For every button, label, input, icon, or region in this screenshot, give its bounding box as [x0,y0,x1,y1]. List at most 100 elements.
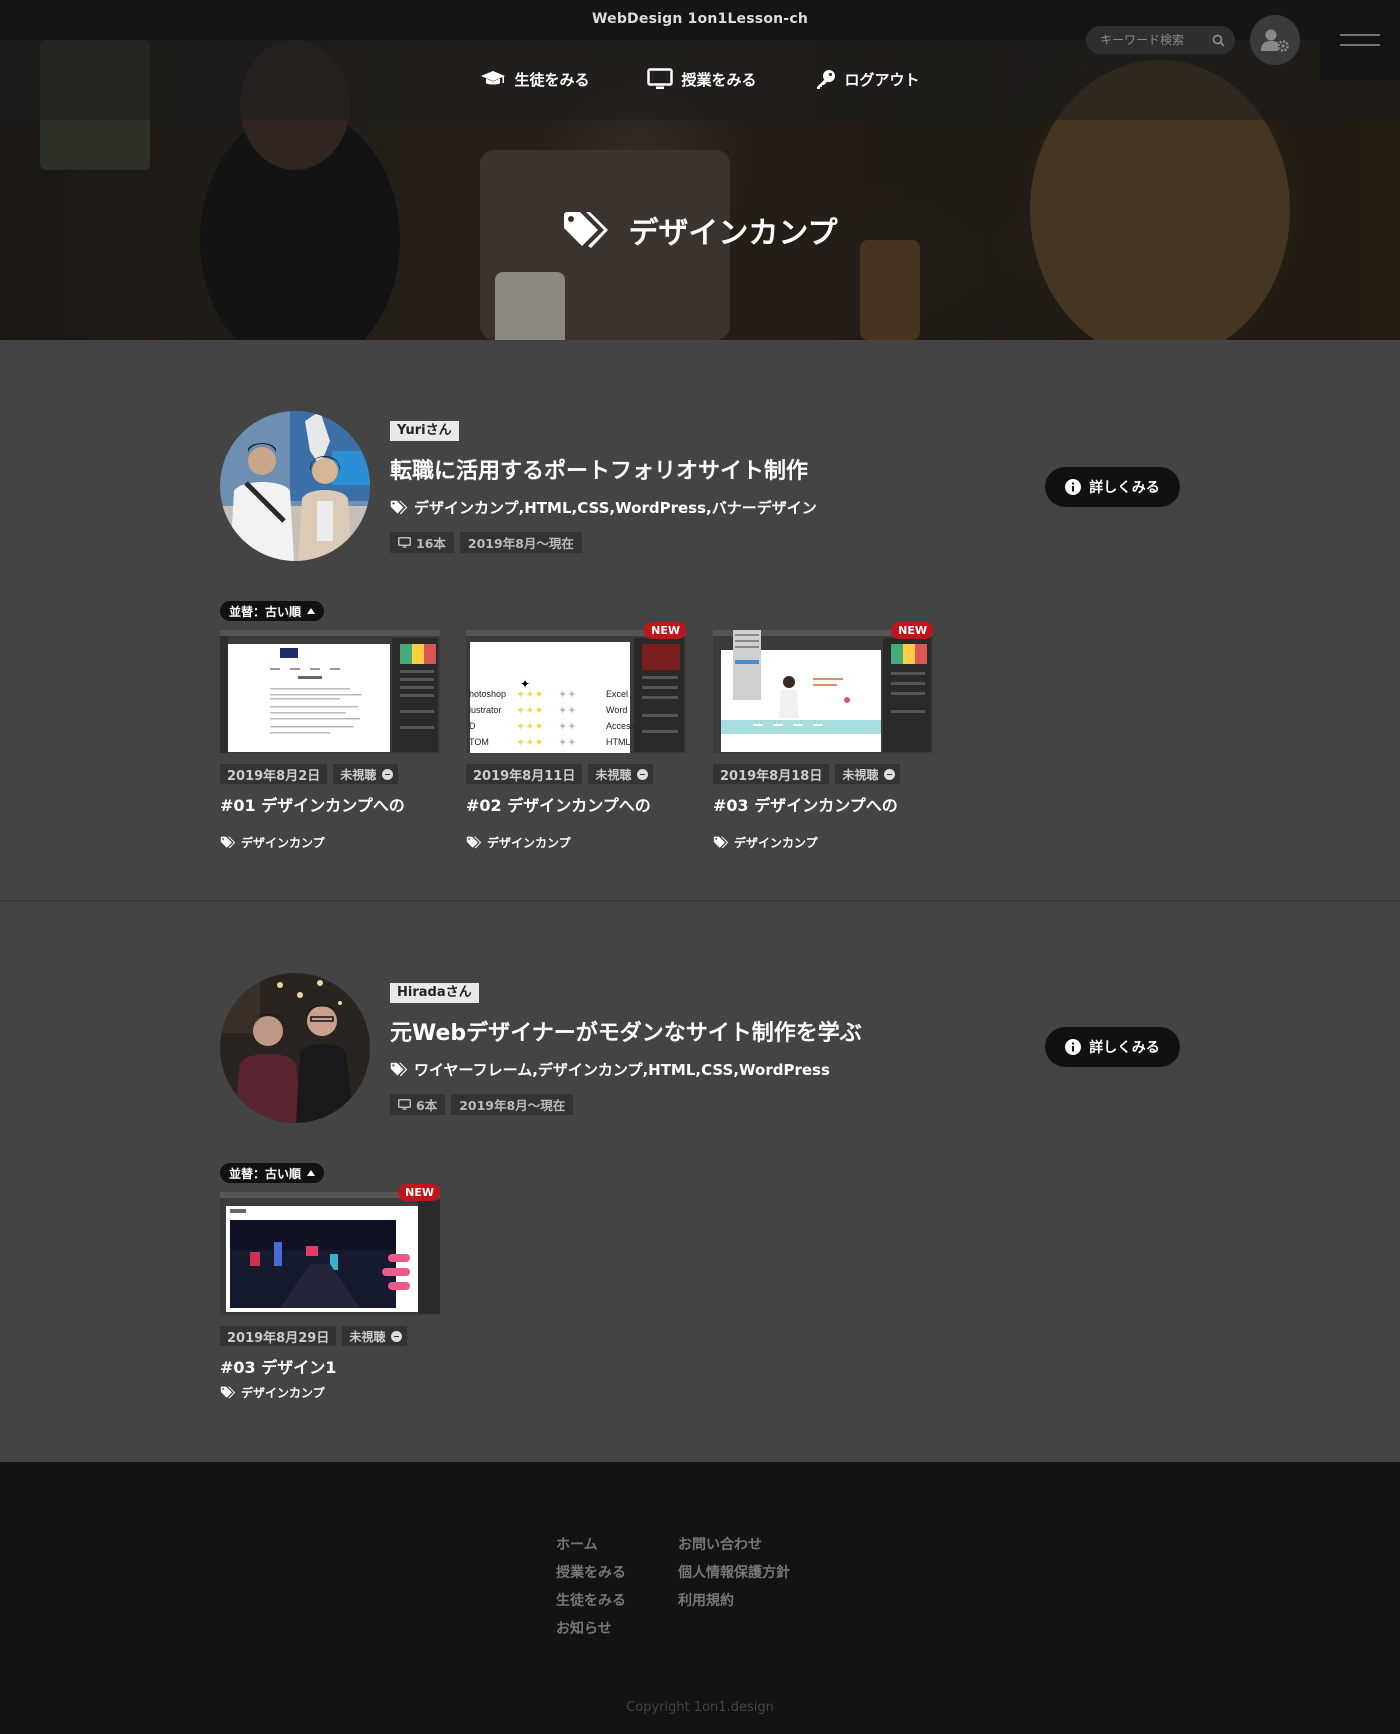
lesson-thumbnail[interactable]: NEW [713,622,933,753]
tags-icon [220,836,236,849]
minus-circle-icon [391,1330,403,1342]
lesson-count-chip: 6本 [390,1094,446,1115]
watch-status: 未視聴 [342,1326,408,1346]
student-avatar[interactable] [220,411,370,561]
tags-icon [466,836,482,849]
student-avatar[interactable] [220,973,370,1123]
sort-toggle[interactable]: 並替：古い順 [220,1163,325,1183]
page-title: デザインカンプ [628,216,838,251]
svg-text:✦✦: ✦✦ [558,736,576,749]
monitor-icon [398,537,411,548]
lesson-tag[interactable]: デザインカンプ [713,834,933,851]
search-input[interactable] [1100,33,1205,47]
lesson-tag-label: デザインカンプ [487,836,571,850]
lesson-date: 2019年8月18日 [713,764,830,784]
tags-icon [564,212,609,248]
svg-text:✦✦✦: ✦✦✦ [516,720,544,733]
tags-icon [390,500,408,515]
footer-link-news[interactable]: お知らせ [556,1618,626,1637]
footer-link-lessons[interactable]: 授業をみる [556,1562,626,1581]
lesson-card[interactable]: NEW 2019年8月29日 未視聴 #03 デザイン1 デザインカンプ [220,1184,440,1401]
thumbnail-image: ✦ hotoshop lustrator D TOM ✦✦✦ ✦✦ ✦✦✦ ✦✦ ✦… [466,630,686,753]
lesson-card[interactable]: ✦ hotoshop lustrator D TOM ✦✦✦ ✦✦ ✦✦✦ ✦✦ ✦… [466,622,686,851]
detail-button[interactable]: 詳しくみる [1045,1027,1180,1067]
hamburger-menu-button[interactable] [1320,0,1400,80]
watch-status-label: 未視聴 [842,767,879,782]
lesson-thumbnail[interactable] [220,630,440,753]
thumbnail-image [220,1192,440,1315]
student-section: Yuriさん 転職に活用するポートフォリオサイト制作 デザインカンプ,HTML,… [0,340,1400,900]
watch-status-label: 未視聴 [340,767,377,782]
student-photo [220,973,370,1123]
minus-circle-icon [637,768,649,780]
new-badge: NEW [891,622,933,639]
lesson-meta: 2019年8月11日 未視聴 [466,764,686,784]
lesson-tag-label: デザインカンプ [241,1386,325,1400]
skill-label: D [469,721,476,731]
user-settings-button[interactable] [1250,15,1300,65]
monitor-icon [647,68,674,89]
lesson-date: 2019年8月29日 [220,1326,337,1346]
lesson-tag[interactable]: デザインカンプ [220,834,440,851]
skill-label: lustrator [469,705,502,715]
thumbnail-image [713,630,933,753]
nav-lessons[interactable]: 授業をみる [647,68,757,90]
student-name-badge: Hiradaさん [390,983,479,1003]
lesson-title[interactable]: #02 デザインカンプへの [466,792,686,816]
search-icon[interactable] [1212,34,1225,47]
student-tags-text[interactable]: デザインカンプ,HTML,CSS,WordPress,バナーデザイン [414,497,817,518]
nav-students[interactable]: 生徒をみる [480,68,589,90]
detail-button[interactable]: 詳しくみる [1045,467,1180,507]
thumbnail-image [220,630,440,753]
svg-text:✦✦: ✦✦ [558,704,576,717]
lesson-title[interactable]: #03 デザイン1 [220,1354,440,1378]
lesson-meta: 2019年8月29日 未視聴 [220,1326,440,1346]
minus-circle-icon [884,768,896,780]
lesson-thumbnail[interactable]: NEW [220,1184,440,1315]
menu-line [1340,44,1380,46]
student-tags: デザインカンプ,HTML,CSS,WordPress,バナーデザイン [390,497,817,518]
footer-link-privacy[interactable]: 個人情報保護方針 [678,1562,790,1581]
lesson-date: 2019年8月2日 [220,764,328,784]
nav-lessons-label: 授業をみる [681,70,757,89]
nav-logout[interactable]: ログアウト [815,68,920,90]
period-text: 2019年8月〜現在 [467,536,574,551]
user-gear-icon [1261,29,1289,52]
key-icon [816,70,835,89]
sort-toggle[interactable]: 並替：古い順 [220,601,325,621]
student-course-title[interactable]: 転職に活用するポートフォリオサイト制作 [390,453,808,485]
search-box [1086,26,1235,54]
footer-link-home[interactable]: ホーム [556,1534,626,1553]
student-tags: ワイヤーフレーム,デザインカンプ,HTML,CSS,WordPress [390,1059,830,1080]
lesson-title[interactable]: #01 デザインカンプへの [220,792,440,816]
footer-link-terms[interactable]: 利用規約 [678,1590,790,1609]
watch-status-label: 未視聴 [349,1329,386,1344]
lesson-title[interactable]: #03 デザインカンプへの [713,792,933,816]
skill-label: Word [606,705,627,715]
graduation-cap-icon [481,71,506,85]
lesson-meta: 2019年8月18日 未視聴 [713,764,933,784]
footer-link-contact[interactable]: お問い合わせ [678,1534,790,1553]
lesson-count: 6本 [416,1098,438,1113]
student-tags-text[interactable]: ワイヤーフレーム,デザインカンプ,HTML,CSS,WordPress [414,1059,830,1080]
lesson-meta: 2019年8月2日 未視聴 [220,764,440,784]
lesson-date: 2019年8月11日 [466,764,583,784]
lesson-thumbnail[interactable]: ✦ hotoshop lustrator D TOM ✦✦✦ ✦✦ ✦✦✦ ✦✦ ✦… [466,622,686,753]
lesson-tag-label: デザインカンプ [734,836,818,850]
site-footer: ホーム 授業をみる 生徒をみる お知らせ お問い合わせ 個人情報保護方針 利用規… [0,1462,1400,1734]
footer-link-students[interactable]: 生徒をみる [556,1590,626,1609]
footer-column: お問い合わせ 個人情報保護方針 利用規約 [678,1534,790,1637]
skill-label: Access [606,721,636,731]
student-course-title[interactable]: 元Webデザイナーがモダンなサイト制作を学ぶ [390,1015,862,1047]
student-section: Hiradaさん 元Webデザイナーがモダンなサイト制作を学ぶ ワイヤーフレーム… [0,902,1400,1462]
lesson-tag[interactable]: デザインカンプ [466,834,686,851]
hero-banner: WebDesign 1on1Lesson-ch 生徒をみる 授業をみる ログアウ… [0,0,1400,340]
lesson-card[interactable]: 2019年8月2日 未視聴 #01 デザインカンプへの デザインカンプ [220,630,440,851]
lesson-tag[interactable]: デザインカンプ [220,1384,440,1401]
info-icon [1065,479,1082,495]
page-heading: デザインカンプ [0,208,1400,252]
site-title[interactable]: WebDesign 1on1Lesson-ch [0,11,1400,27]
lesson-card[interactable]: NEW 2019年8月18日 未視聴 #03 デザインカンプへの デザインカンプ [713,622,933,851]
svg-text:✦✦: ✦✦ [558,720,576,733]
tags-icon [220,1386,236,1399]
